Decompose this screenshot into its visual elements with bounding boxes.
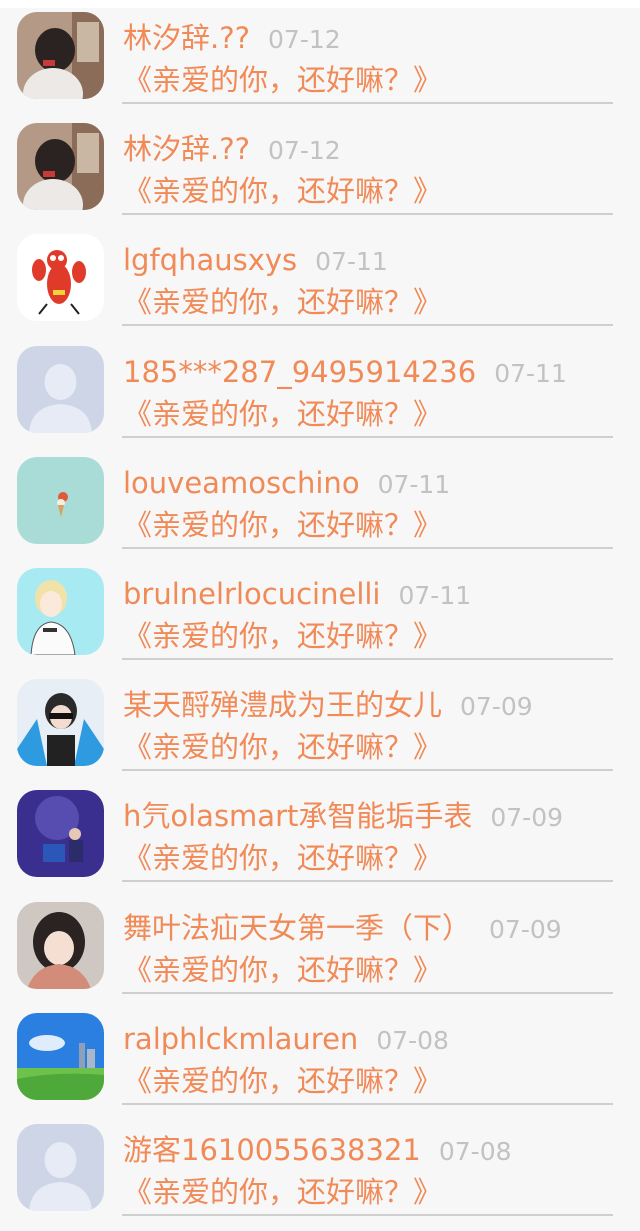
list-item[interactable]: 舞叶法疝天女第一季（下） 07-09 《亲爱的你，还好嘛？》	[0, 898, 640, 1009]
girl-photo-avatar	[17, 12, 104, 99]
item-header: lgfqhausxys 07-11	[123, 240, 388, 280]
divider	[122, 769, 613, 772]
list-item[interactable]: 某天酹殚澧成为王的女儿 07-09 《亲爱的你，还好嘛？》	[0, 675, 640, 786]
message-date: 07-12	[268, 136, 341, 166]
message-date: 07-11	[315, 247, 388, 277]
list-item[interactable]: h氕olasmart承智能垢手表 07-09 《亲爱的你，还好嘛？》	[0, 786, 640, 897]
item-header: 林汐辞.?? 07-12	[123, 18, 341, 58]
message-list: 林汐辞.?? 07-12 《亲爱的你，还好嘛？》 林汐辞.?? 07-12 《亲爱的…	[0, 8, 640, 1231]
item-header: brulnelrlocucinelli 07-11	[123, 574, 471, 614]
message-date: 07-12	[268, 25, 341, 54]
divider	[122, 880, 613, 883]
message-date: 07-11	[494, 358, 567, 388]
contact-name: brulnelrlocucinelli	[123, 576, 381, 611]
contact-name: h氕olasmart承智能垢手表	[123, 799, 473, 834]
message-preview: 《亲爱的你，还好嘛？》	[123, 1174, 443, 1209]
divider	[122, 1213, 613, 1216]
message-preview: 《亲爱的你，还好嘛？》	[123, 1063, 443, 1098]
list-item[interactable]: 林汐辞.?? 07-12 《亲爱的你，还好嘛？》	[0, 8, 640, 119]
list-item[interactable]: ralphlckmlauren 07-08 《亲爱的你，还好嘛？》	[0, 1009, 640, 1120]
item-header: ralphlckmlauren 07-08	[123, 1019, 449, 1059]
divider	[122, 435, 613, 438]
item-header: 舞叶法疝天女第一季（下） 07-09	[123, 908, 562, 948]
girl-photo-avatar	[17, 123, 104, 211]
divider	[122, 991, 613, 994]
divider	[122, 657, 613, 660]
contact-name: 某天酹殚澧成为王的女儿	[123, 688, 443, 723]
message-date: 07-08	[376, 1025, 449, 1055]
list-item[interactable]: 林汐辞.?? 07-12 《亲爱的你，还好嘛？》	[0, 119, 640, 230]
message-date: 07-11	[377, 469, 451, 499]
item-header: 游客1610055638321 07-08	[123, 1130, 512, 1170]
contact-name: louveamoschino	[123, 465, 360, 500]
divider	[122, 1102, 613, 1105]
message-preview: 《亲爱的你，还好嘛？》	[123, 841, 443, 876]
divider	[122, 102, 613, 104]
anime-boy-avatar	[17, 567, 104, 655]
contact-name: lgfqhausxys	[123, 243, 298, 278]
message-date: 07-08	[438, 1136, 512, 1166]
message-preview: 《亲爱的你，还好嘛？》	[123, 507, 443, 542]
list-item[interactable]: brulnelrlocucinelli 07-11 《亲爱的你，还好嘛？》	[0, 564, 640, 675]
item-header: 林汐辞.?? 07-12	[123, 129, 341, 169]
girl-selfie-avatar	[17, 901, 104, 989]
message-date: 07-09	[490, 803, 564, 833]
contact-name: 林汐辞.??	[123, 132, 251, 167]
icecream-avatar	[17, 456, 104, 544]
blue-room-avatar	[17, 790, 104, 878]
contact-name: 185***287_9495914236	[123, 354, 477, 389]
divider	[122, 324, 613, 327]
list-item[interactable]: lgfqhausxys 07-11 《亲爱的你，还好嘛？》	[0, 230, 640, 341]
contact-name: 舞叶法疝天女第一季（下）	[123, 910, 472, 945]
default-person-avatar	[17, 1123, 104, 1211]
message-date: 07-09	[489, 914, 562, 944]
message-preview: 《亲爱的你，还好嘛？》	[123, 618, 443, 653]
message-date: 07-09	[460, 692, 533, 722]
default-person-avatar	[17, 345, 104, 433]
item-header: 某天酹殚澧成为王的女儿 07-09	[123, 685, 533, 725]
contact-name: 游客1610055638321	[123, 1132, 421, 1167]
message-preview: 《亲爱的你，还好嘛？》	[123, 396, 443, 431]
list-item[interactable]: 185***287_9495914236 07-11 《亲爱的你，还好嘛？》	[0, 342, 640, 453]
status-bar-remnant	[0, 0, 640, 8]
contact-name: ralphlckmlauren	[123, 1021, 359, 1056]
lobster-cartoon-avatar	[17, 234, 104, 322]
message-preview: 《亲爱的你，还好嘛？》	[123, 730, 443, 765]
message-preview: 《亲爱的你，还好嘛？》	[123, 174, 443, 209]
message-preview: 《亲爱的你，还好嘛？》	[123, 285, 443, 320]
list-item[interactable]: 游客1610055638321 07-08 《亲爱的你，还好嘛？》	[0, 1120, 640, 1231]
message-date: 07-11	[398, 580, 472, 610]
divider	[122, 546, 613, 549]
message-preview: 《亲爱的你，还好嘛？》	[123, 63, 443, 97]
divider	[122, 213, 613, 216]
message-preview: 《亲爱的你，还好嘛？》	[123, 952, 443, 987]
list-item[interactable]: louveamoschino 07-11 《亲爱的你，还好嘛？》	[0, 453, 640, 564]
landscape-avatar	[17, 1012, 104, 1100]
item-header: h氕olasmart承智能垢手表 07-09	[123, 796, 563, 836]
contact-name: 林汐辞.??	[123, 21, 251, 55]
item-header: 185***287_9495914236 07-11	[123, 352, 567, 392]
boy-sunglasses-avatar	[17, 679, 104, 767]
item-header: louveamoschino 07-11	[123, 463, 450, 503]
